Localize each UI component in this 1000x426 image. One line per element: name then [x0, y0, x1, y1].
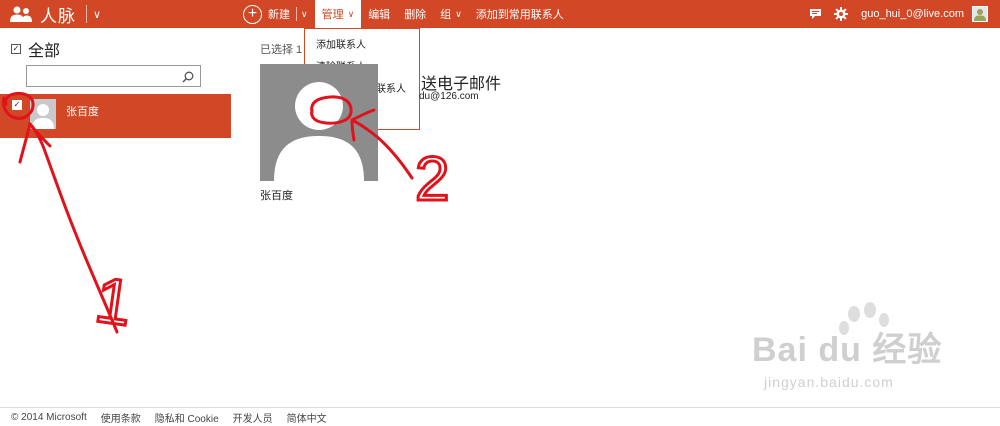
new-button[interactable]: + 新建 ∨	[236, 0, 315, 28]
footer-link-developers[interactable]: 开发人员	[233, 410, 273, 425]
header-tools: guo_hui_0@live.com	[805, 0, 1000, 28]
new-label: 新建	[268, 9, 290, 21]
user-avatar[interactable]	[972, 6, 988, 22]
list-item[interactable]: ✓ 张百度	[0, 94, 231, 138]
watermark-brand: Bai du 经验	[752, 331, 943, 369]
all-label: 全部	[28, 43, 61, 60]
footer-link-language[interactable]: 简体中文	[287, 410, 327, 425]
contact-checkbox[interactable]: ✓	[12, 100, 22, 110]
chevron-down-icon: ∨	[455, 8, 462, 19]
baidu-watermark: Bai du 经验 jingyan.baidu.com	[752, 302, 982, 406]
command-bar: + 新建 ∨ 管理 ∨ 编辑 删除 组 ∨ 添加到常用联系人	[236, 0, 571, 28]
manage-label: 管理	[321, 9, 344, 21]
chevron-down-icon[interactable]: ∨	[93, 8, 101, 21]
annotation-label-two: 2	[415, 145, 449, 214]
add-favorite-button[interactable]: 添加到常用联系人	[469, 0, 571, 28]
top-bar: 人脉 ∨ + 新建 ∨ 管理 ∨ 编辑 删除 组 ∨ 添加到常用联系人 guo_…	[0, 0, 1000, 28]
contact-avatar	[30, 99, 56, 129]
contact-photo	[260, 64, 378, 181]
brand-divider	[86, 5, 87, 23]
contact-detail-name: 张百度	[260, 190, 293, 202]
select-all-row[interactable]: ✓ 全部	[11, 37, 60, 61]
contact-list-panel: ✓ 全部 ✓ 张百度	[0, 28, 231, 408]
menu-item-add-contact[interactable]: 添加联系人	[305, 35, 419, 57]
email-address[interactable]: du@126.com	[419, 91, 479, 102]
people-icon	[10, 5, 34, 23]
app-title: 人脉	[40, 6, 76, 26]
gear-icon[interactable]	[831, 0, 851, 28]
delete-button[interactable]: 删除	[397, 0, 433, 28]
manage-button[interactable]: 管理 ∨	[314, 0, 362, 28]
user-email[interactable]: guo_hui_0@live.com	[861, 8, 964, 20]
search-icon[interactable]	[182, 70, 194, 83]
selected-count: 已选择 1	[260, 44, 303, 56]
chat-icon[interactable]	[805, 0, 825, 28]
watermark-url: jingyan.baidu.com	[764, 374, 894, 390]
new-divider	[296, 7, 297, 21]
app-brand[interactable]: 人脉 ∨	[0, 0, 230, 28]
group-label: 组	[440, 9, 452, 21]
group-button[interactable]: 组 ∨	[433, 0, 469, 28]
footer: © 2014 Microsoft 使用条款 隐私和 Cookie 开发人员 简体…	[0, 407, 1000, 426]
plus-icon: +	[243, 4, 262, 24]
footer-link-privacy[interactable]: 隐私和 Cookie	[155, 410, 219, 425]
footer-link-terms[interactable]: 使用条款	[101, 410, 141, 425]
search-input[interactable]	[26, 65, 201, 87]
chevron-down-icon[interactable]: ∨	[301, 9, 308, 20]
edit-button[interactable]: 编辑	[361, 0, 397, 28]
chevron-down-icon: ∨	[347, 8, 355, 19]
select-all-checkbox[interactable]: ✓	[11, 44, 21, 54]
footer-copyright: © 2014 Microsoft	[11, 411, 87, 423]
contact-name: 张百度	[66, 106, 99, 118]
